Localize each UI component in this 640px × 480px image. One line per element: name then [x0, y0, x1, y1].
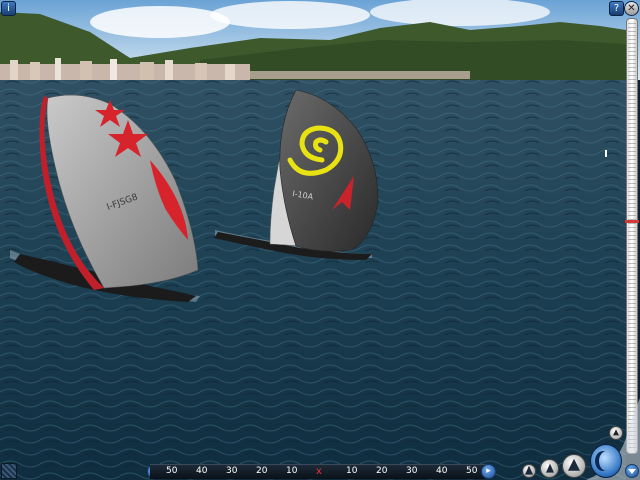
scale-tick-label: 10: [286, 466, 298, 476]
scale-tick-label: 40: [196, 466, 208, 476]
3d-sailing-viewport[interactable]: I-FJSG8 I-10A: [0, 0, 640, 480]
help-button[interactable]: ?: [609, 1, 624, 16]
sail-button-large[interactable]: [562, 454, 586, 478]
scale-tick-label: 20: [256, 466, 268, 476]
scale-tick-label: 40: [436, 466, 448, 476]
moon-button[interactable]: [590, 444, 622, 478]
close-button[interactable]: ✕: [624, 1, 639, 16]
map-icon[interactable]: [1, 463, 17, 479]
cloud: [210, 1, 370, 29]
scale-tick-label: 10: [346, 466, 358, 476]
scene-render: I-FJSG8 I-10A: [0, 0, 640, 480]
tiller-scale-bar[interactable]: 50 40 30 20 10 x 10 20 30 40 50: [150, 464, 490, 479]
sail-icon: [525, 465, 533, 475]
vertical-slider[interactable]: [625, 18, 639, 454]
scale-tick-label: 30: [406, 466, 418, 476]
sail-button-medium[interactable]: [540, 459, 559, 478]
cloud: [90, 6, 230, 38]
slider-ticks: [628, 23, 636, 449]
scale-tick-label: 50: [166, 466, 178, 476]
scale-tick-label: 20: [376, 466, 388, 476]
sail-icon: [545, 463, 554, 473]
down-button[interactable]: [625, 464, 639, 478]
scale-tick-label: 50: [466, 466, 478, 476]
info-button[interactable]: i: [1, 1, 16, 16]
info-icon: i: [7, 3, 10, 14]
sail-icon: [568, 458, 580, 471]
triangle-down-icon: [628, 469, 636, 474]
slider-marker[interactable]: [625, 220, 639, 223]
scale-right-button[interactable]: ▸: [481, 464, 496, 479]
question-icon: ?: [613, 3, 620, 14]
arrow-right-icon: ▸: [486, 466, 491, 476]
scale-tick-label: 30: [226, 466, 238, 476]
distant-buoy: [605, 150, 607, 157]
close-icon: ✕: [627, 3, 636, 14]
moon-icon: [599, 451, 615, 471]
scale-center-marker[interactable]: x: [316, 465, 322, 478]
sail-button-small[interactable]: [522, 464, 536, 478]
